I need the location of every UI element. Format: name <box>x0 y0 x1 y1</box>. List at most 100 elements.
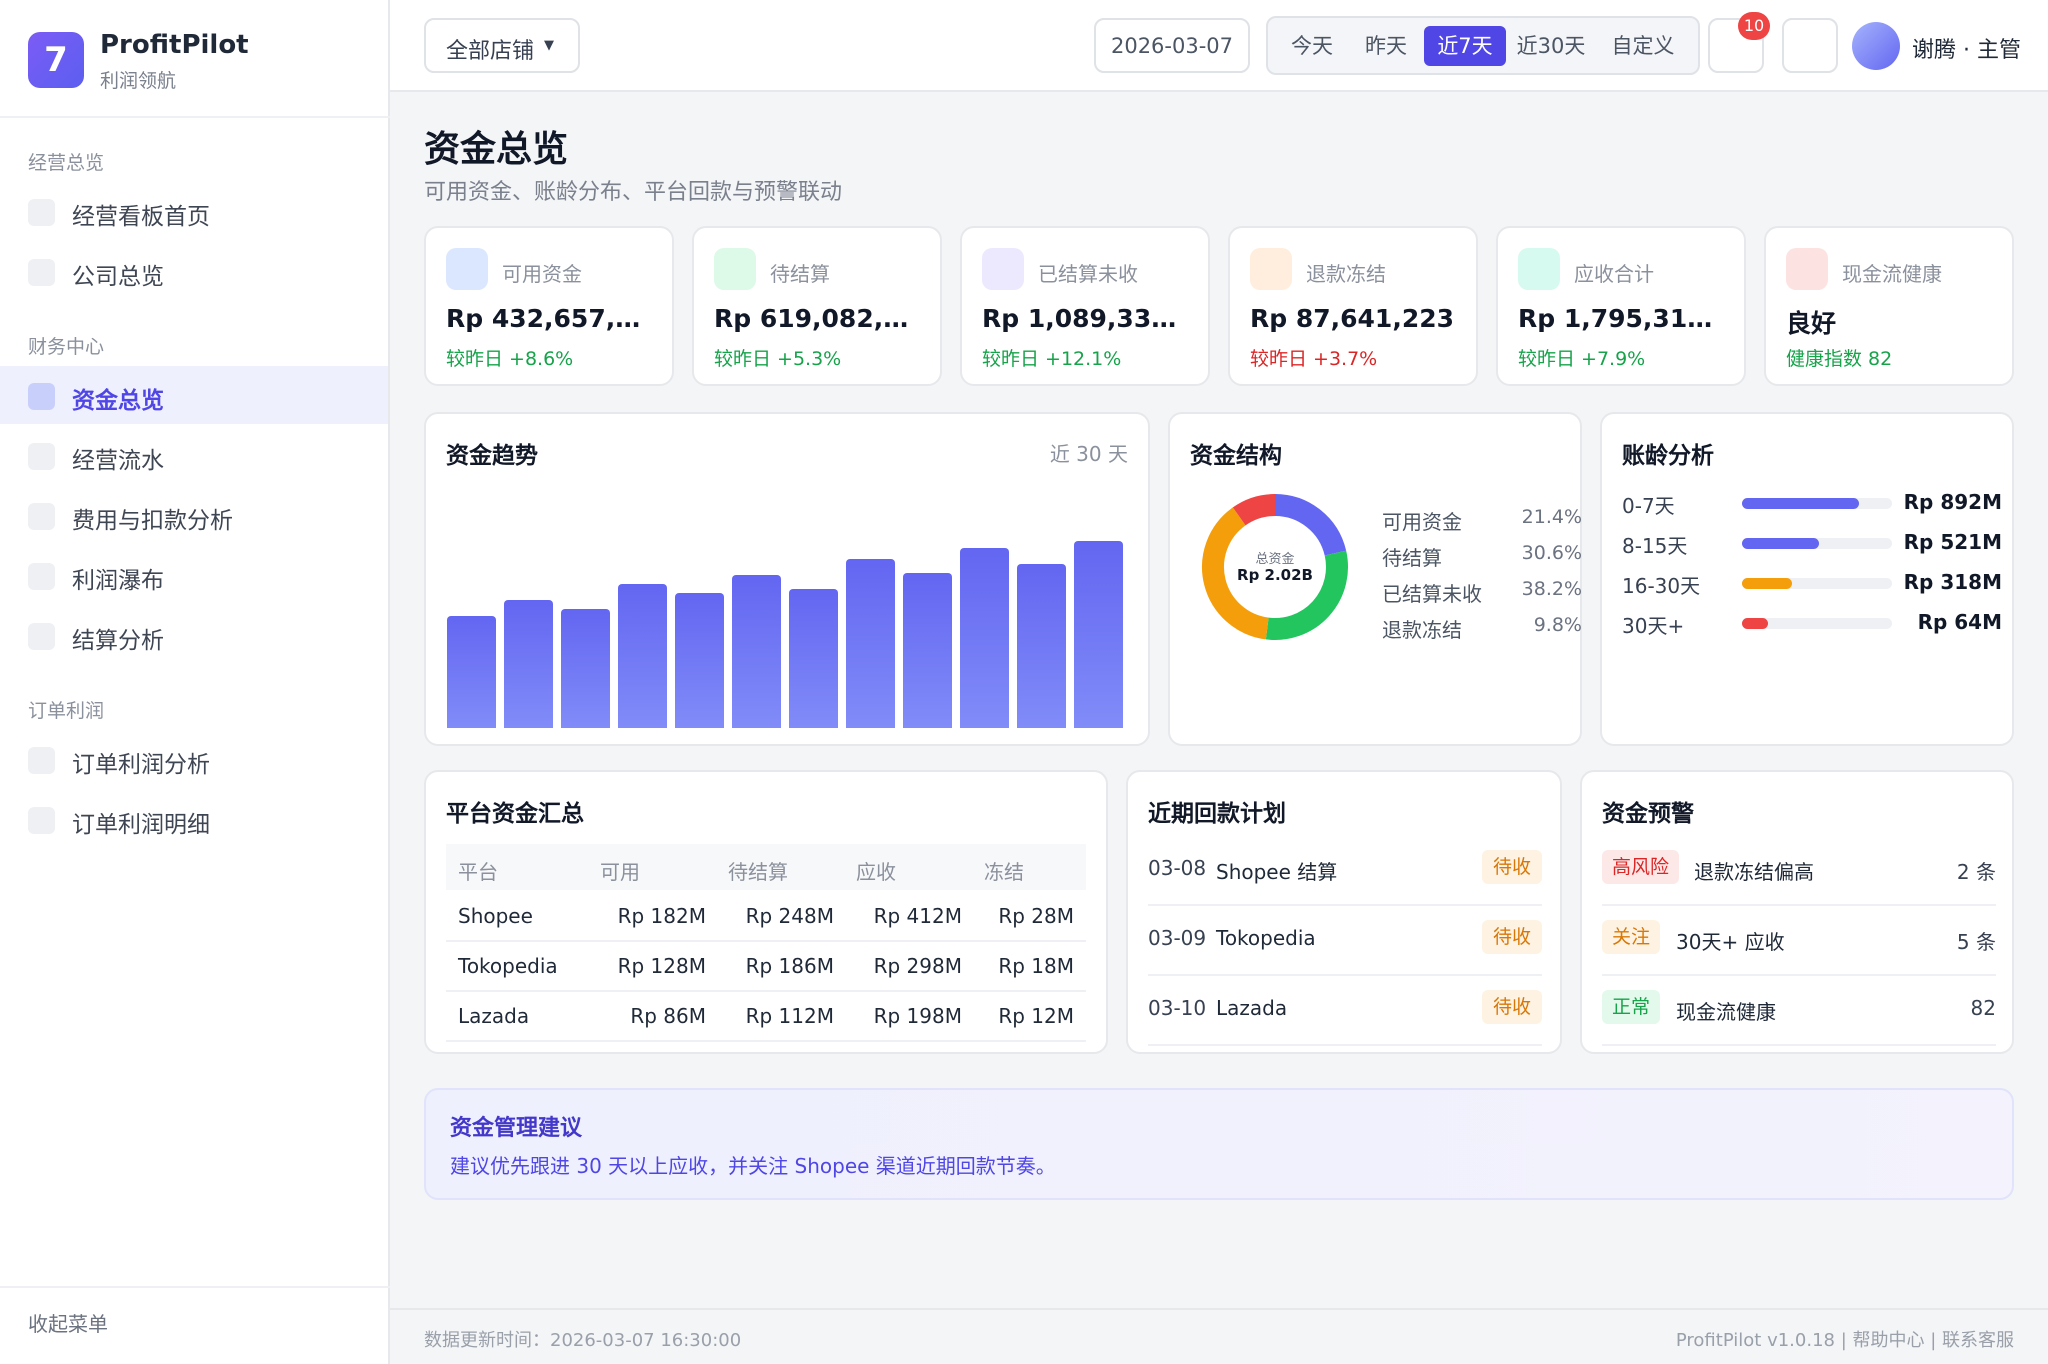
sidebar-item-label: 经营流水 <box>72 448 164 474</box>
donut-segment[interactable] <box>1232 494 1276 526</box>
list-item[interactable]: 正常 现金流健康 82 <box>1602 976 1996 1046</box>
trend-bar[interactable] <box>1074 541 1123 728</box>
range-yesterday[interactable]: 昨天 <box>1350 26 1422 66</box>
kpi-change: 较昨日 +3.7% <box>1250 348 1378 370</box>
legend-name: 已结算未收 <box>1382 582 1482 606</box>
trend-bar[interactable] <box>732 575 781 728</box>
trend-bar[interactable] <box>1017 563 1066 728</box>
plan-date: 03-08 <box>1148 856 1207 880</box>
date-picker[interactable]: 2026-03-07 <box>1094 18 1250 73</box>
range-30-days[interactable]: 近30天 <box>1508 26 1594 66</box>
kpi-value: Rp 619,082,334 <box>714 304 924 333</box>
menu-icon <box>28 623 55 650</box>
kpi-card-available[interactable]: 可用资金 Rp 432,657,221 较昨日 +8.6% <box>424 226 674 386</box>
list-item[interactable]: 03-09 Tokopedia 待收 <box>1148 906 1542 976</box>
sidebar-item-label: 资金总览 <box>72 388 164 414</box>
aging-value: Rp 892M <box>1903 490 2002 514</box>
list-item[interactable]: 03-10 Lazada 待收 <box>1148 976 1542 1046</box>
sidebar-item-label: 公司总览 <box>72 264 164 290</box>
severity-badge: 高风险 <box>1602 850 1680 884</box>
collapse-menu-button[interactable]: 收起菜单 <box>28 1308 108 1337</box>
plan-date: 03-09 <box>1148 926 1207 950</box>
menu-icon <box>28 807 55 834</box>
table-cell: Shopee <box>458 904 533 928</box>
aging-fill <box>1742 618 1768 629</box>
trend-bar[interactable] <box>504 600 553 728</box>
app-logo[interactable]: 7 <box>28 32 84 88</box>
trend-bar[interactable] <box>675 593 724 728</box>
legend-name: 可用资金 <box>1382 510 1462 534</box>
menu-icon <box>28 443 55 470</box>
table-cell: Rp 248M <box>745 904 834 928</box>
fund-trend-card: 资金趋势 近 30 天 <box>424 412 1150 746</box>
kpi-card-receivable-total[interactable]: 应收合计 Rp 1,795,314,4... 较昨日 +7.9% <box>1496 226 1746 386</box>
kpi-card-pending-settlement[interactable]: 待结算 Rp 619,082,334 较昨日 +5.3% <box>692 226 942 386</box>
table-cell: Rp 298M <box>873 954 962 978</box>
kpi-value: 良好 <box>1786 309 1837 338</box>
kpi-icon <box>714 248 756 290</box>
sidebar-item-profit-waterfall[interactable]: 利润瀑布 <box>0 546 388 604</box>
kpi-value: Rp 87,641,223 <box>1250 304 1455 333</box>
avatar[interactable] <box>1852 22 1900 70</box>
table-cell: Rp 86M <box>630 1004 706 1028</box>
sidebar: 7 ProfitPilot 利润领航 经营总览 经营看板首页 公司总览 财务中心… <box>0 0 390 1364</box>
app-name: ProfitPilot <box>100 30 249 60</box>
aging-label: 8-15天 <box>1622 534 1688 558</box>
table-row[interactable]: Lazada Rp 86M Rp 112M Rp 198M Rp 12M <box>446 992 1086 1042</box>
sidebar-item-fee-analysis[interactable]: 费用与扣款分析 <box>0 486 388 544</box>
legend-pct: 38.2% <box>1521 578 1582 600</box>
trend-bar[interactable] <box>960 547 1009 728</box>
kpi-card-settled-unreceived[interactable]: 已结算未收 Rp 1,089,334,8... 较昨日 +12.1% <box>960 226 1210 386</box>
plan-name: Lazada <box>1216 996 1288 1020</box>
trend-bar[interactable] <box>561 609 610 728</box>
range-custom[interactable]: 自定义 <box>1598 26 1688 66</box>
page-subtitle: 可用资金、账龄分布、平台回款与预警联动 <box>424 180 843 205</box>
list-item[interactable]: 关注 30天+ 应收 5 条 <box>1602 906 1996 976</box>
sidebar-item-dashboard-home[interactable]: 经营看板首页 <box>0 182 388 240</box>
sidebar-item-order-profit-detail[interactable]: 订单利润明细 <box>0 790 388 848</box>
trend-bar[interactable] <box>846 559 895 728</box>
kpi-card-refund-frozen[interactable]: 退款冻结 Rp 87,641,223 较昨日 +3.7% <box>1228 226 1478 386</box>
notification-badge: 10 <box>1738 12 1770 40</box>
aging-track <box>1742 618 1892 629</box>
table-row[interactable]: Tokopedia Rp 128M Rp 186M Rp 298M Rp 18M <box>446 942 1086 992</box>
table-row[interactable]: Shopee Rp 182M Rp 248M Rp 412M Rp 28M <box>446 892 1086 942</box>
trend-bar[interactable] <box>903 572 952 728</box>
settings-button[interactable] <box>1782 18 1838 73</box>
donut-segment[interactable] <box>1274 494 1347 557</box>
aging-track <box>1742 578 1892 589</box>
trend-bar[interactable] <box>447 616 496 728</box>
list-item[interactable]: 高风险 退款冻结偏高 2 条 <box>1602 836 1996 906</box>
sidebar-item-fund-overview[interactable]: 资金总览 <box>0 366 388 424</box>
status-badge: 待收 <box>1482 990 1542 1024</box>
sidebar-item-company-overview[interactable]: 公司总览 <box>0 242 388 300</box>
footer-links[interactable]: ProfitPilot v1.0.18 | 帮助中心 | 联系客服 <box>1676 1326 2014 1352</box>
app-subtitle: 利润领航 <box>100 70 177 92</box>
kpi-change: 较昨日 +12.1% <box>982 348 1122 370</box>
kpi-label: 待结算 <box>770 262 830 286</box>
trend-bar[interactable] <box>789 588 838 728</box>
kpi-change: 较昨日 +7.9% <box>1518 348 1646 370</box>
aging-row: 30天+ Rp 64M <box>1622 608 2002 640</box>
aging-label: 0-7天 <box>1622 494 1675 518</box>
store-select[interactable]: 全部店铺 ▼ <box>424 18 580 73</box>
kpi-card-cashflow-health[interactable]: 现金流健康 良好 健康指数 82 <box>1764 226 2014 386</box>
sidebar-item-label: 订单利润分析 <box>72 752 210 778</box>
sidebar-item-order-profit-analysis[interactable]: 订单利润分析 <box>0 730 388 788</box>
sidebar-item-cash-flow[interactable]: 经营流水 <box>0 426 388 484</box>
trend-bar[interactable] <box>618 584 667 728</box>
alert-name: 退款冻结偏高 <box>1694 860 1814 884</box>
legend-name: 待结算 <box>1382 546 1442 570</box>
sidebar-item-settlement-analysis[interactable]: 结算分析 <box>0 606 388 664</box>
menu-icon <box>28 503 55 530</box>
list-item[interactable]: 03-08 Shopee 结算 待收 <box>1148 836 1542 906</box>
severity-badge: 正常 <box>1602 990 1661 1024</box>
range-7-days[interactable]: 近7天 <box>1424 26 1506 66</box>
sidebar-item-label: 利润瀑布 <box>72 568 164 594</box>
footer: 数据更新时间：2026-03-07 16:30:00 ProfitPilot v… <box>390 1308 2048 1364</box>
user-name[interactable]: 谢腾 · 主管 <box>1912 32 2021 64</box>
update-time: 数据更新时间：2026-03-07 16:30:00 <box>424 1330 742 1351</box>
sidebar-divider <box>0 1286 390 1288</box>
legend-pct: 21.4% <box>1521 506 1582 528</box>
range-today[interactable]: 今天 <box>1276 26 1348 66</box>
